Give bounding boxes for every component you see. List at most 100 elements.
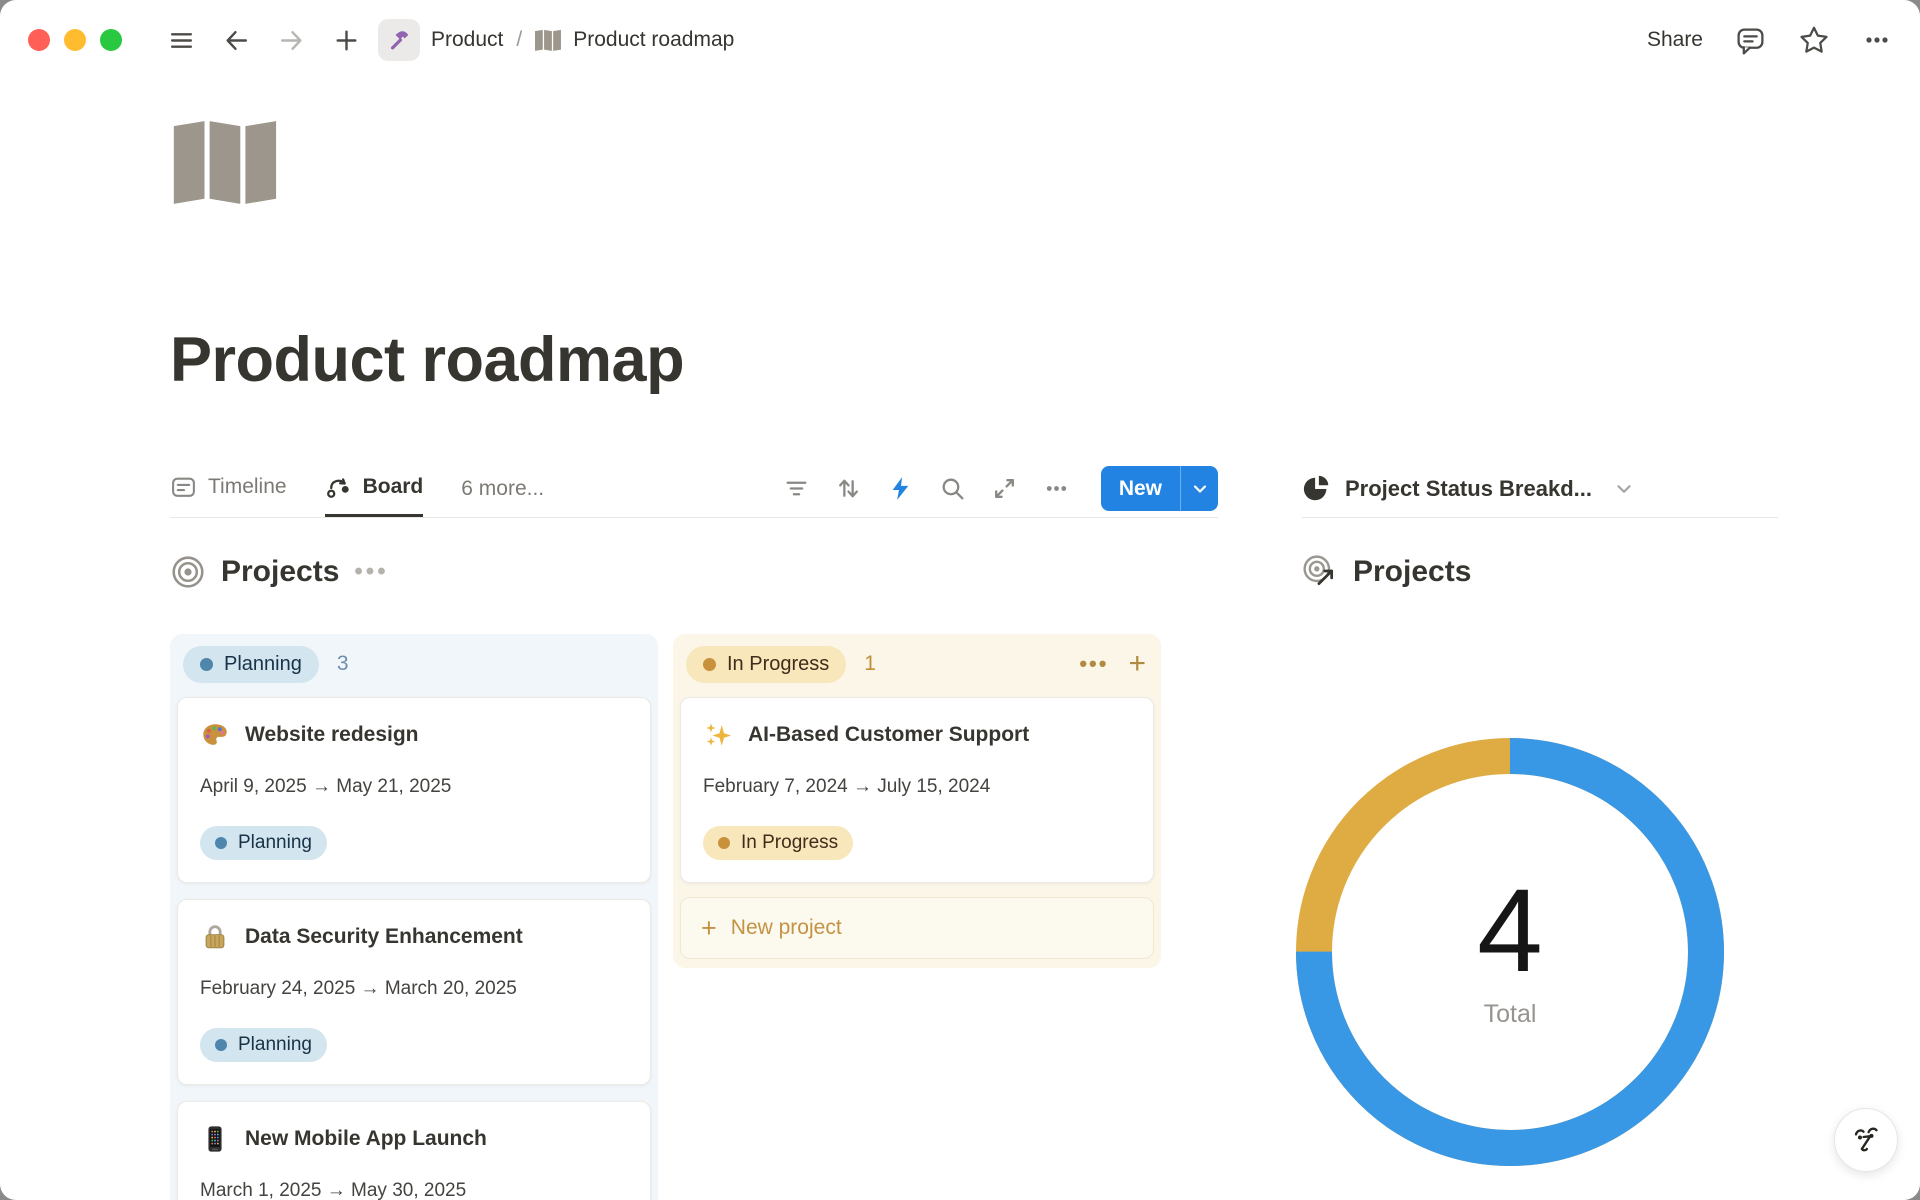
status-dot — [200, 658, 213, 671]
view-tabs-bar: Timeline Board 6 more... — [170, 460, 1218, 518]
ellipsis-icon — [1043, 475, 1070, 502]
status-label: In Progress — [741, 832, 838, 854]
filter-icon — [783, 475, 810, 502]
share-button[interactable]: Share — [1647, 28, 1703, 52]
new-project-button[interactable]: + New project — [680, 897, 1154, 959]
board-view-icon — [325, 474, 352, 501]
card-status-tag: Planning — [200, 1028, 327, 1062]
board-column-planning: Planning 3 Website redesign April 9, 202… — [170, 634, 658, 1200]
tab-project-status-breakdown[interactable]: Project Status Breakd... — [1302, 474, 1635, 504]
map-page-icon — [172, 118, 282, 208]
donut-total-value: 4 — [1477, 876, 1543, 986]
automations-button[interactable] — [887, 475, 914, 502]
main-content: Projects ••• Planning 3 Website redesign — [0, 518, 1920, 1200]
card-dates: February 7, 2024 → July 15, 2024 — [703, 776, 1131, 798]
column-status-pill-planning[interactable]: Planning — [183, 646, 319, 683]
card-title: AI-Based Customer Support — [748, 721, 1029, 749]
project-card-website-redesign[interactable]: Website redesign April 9, 2025 → May 21,… — [177, 697, 651, 883]
ai-face-icon — [1847, 1121, 1885, 1159]
chart-panel: Projects 4 Total — [1302, 518, 1788, 1200]
minimize-window-button[interactable] — [64, 29, 86, 51]
close-window-button[interactable] — [28, 29, 50, 51]
page-icon-button[interactable] — [172, 118, 282, 208]
breadcrumb-page-label[interactable]: Product roadmap — [573, 28, 734, 52]
chart-panel-tab-bar: Project Status Breakd... — [1302, 460, 1778, 518]
chart-section-title: Projects — [1353, 555, 1471, 589]
status-dot — [703, 658, 716, 671]
star-icon — [1798, 24, 1830, 56]
new-button[interactable]: New — [1101, 466, 1180, 511]
breadcrumb-workspace-item[interactable] — [378, 19, 420, 61]
page-title[interactable]: Product roadmap — [170, 324, 1920, 396]
hammer-icon — [384, 25, 414, 55]
app-window: Product / Product roadmap Share Product … — [0, 0, 1920, 1200]
column-count: 1 — [864, 652, 876, 676]
project-card-data-security[interactable]: Data Security Enhancement February 24, 2… — [177, 899, 651, 1085]
share-label: Share — [1647, 28, 1703, 52]
board-section-menu[interactable]: ••• — [354, 567, 388, 577]
tab-timeline[interactable]: Timeline — [170, 460, 287, 517]
target-icon — [170, 554, 206, 590]
new-button-group: New — [1101, 466, 1218, 511]
mobile-phone-icon — [200, 1124, 230, 1154]
status-label: Planning — [238, 1034, 312, 1056]
notion-ai-button[interactable] — [1834, 1108, 1898, 1172]
new-project-label: New project — [731, 916, 842, 940]
window-controls — [28, 29, 122, 51]
view-toolbar: New — [783, 466, 1218, 511]
new-tab-button[interactable] — [333, 27, 360, 54]
favorite-button[interactable] — [1798, 24, 1830, 56]
target-arrow-icon — [1302, 554, 1338, 590]
plus-icon — [333, 27, 360, 54]
tab-board[interactable]: Board — [325, 460, 424, 517]
project-card-ai-support[interactable]: AI-Based Customer Support February 7, 20… — [680, 697, 1154, 883]
map-icon — [535, 29, 562, 52]
comments-button[interactable] — [1735, 25, 1766, 56]
hamburger-icon — [168, 27, 195, 54]
sparkles-icon — [703, 720, 733, 750]
donut-total-label: Total — [1484, 1000, 1537, 1029]
timeline-view-icon — [170, 474, 197, 501]
expand-diagonal-icon — [991, 475, 1018, 502]
card-dates: March 1, 2025 → May 30, 2025 — [200, 1180, 628, 1200]
breadcrumb-separator: / — [514, 28, 524, 52]
tab-more-views[interactable]: 6 more... — [461, 477, 544, 501]
expand-button[interactable] — [991, 475, 1018, 502]
card-title: Website redesign — [245, 721, 419, 749]
status-label: Planning — [224, 653, 302, 676]
sidebar-menu-button[interactable] — [168, 27, 195, 54]
sort-icon — [835, 475, 862, 502]
back-button[interactable] — [223, 27, 250, 54]
sort-button[interactable] — [835, 475, 862, 502]
search-icon — [939, 475, 966, 502]
zoom-window-button[interactable] — [100, 29, 122, 51]
project-card-mobile-app[interactable]: New Mobile App Launch March 1, 2025 → Ma… — [177, 1101, 651, 1200]
breadcrumb: Product / Product roadmap — [378, 19, 734, 61]
column-count: 3 — [337, 652, 349, 676]
board-column-in-progress: In Progress 1 ••• + AI-Based Customer Su… — [673, 634, 1161, 968]
status-dot — [215, 837, 227, 849]
more-options-button[interactable] — [1862, 25, 1892, 55]
search-button[interactable] — [939, 475, 966, 502]
card-dates: April 9, 2025 → May 21, 2025 — [200, 776, 628, 798]
filter-button[interactable] — [783, 475, 810, 502]
card-title: Data Security Enhancement — [245, 923, 523, 951]
status-dot — [718, 837, 730, 849]
column-add-card-button[interactable]: + — [1128, 654, 1146, 674]
column-menu-button[interactable]: ••• — [1079, 651, 1108, 677]
view-options-button[interactable] — [1043, 475, 1070, 502]
chevron-down-icon — [1190, 479, 1210, 499]
plus-icon: + — [701, 918, 717, 938]
palette-icon — [200, 720, 230, 750]
breadcrumb-workspace-label[interactable]: Product — [431, 28, 503, 52]
tab-timeline-label: Timeline — [208, 475, 287, 499]
card-status-tag: Planning — [200, 826, 327, 860]
ellipsis-icon — [1862, 25, 1892, 55]
new-button-dropdown[interactable] — [1180, 466, 1218, 511]
board-view: Projects ••• Planning 3 Website redesign — [170, 518, 1218, 1200]
column-status-pill-in-progress[interactable]: In Progress — [686, 646, 846, 683]
back-arrow-icon — [223, 27, 250, 54]
status-label: In Progress — [727, 653, 829, 676]
forward-button[interactable] — [278, 27, 305, 54]
donut-chart: 4 Total — [1290, 732, 1730, 1172]
